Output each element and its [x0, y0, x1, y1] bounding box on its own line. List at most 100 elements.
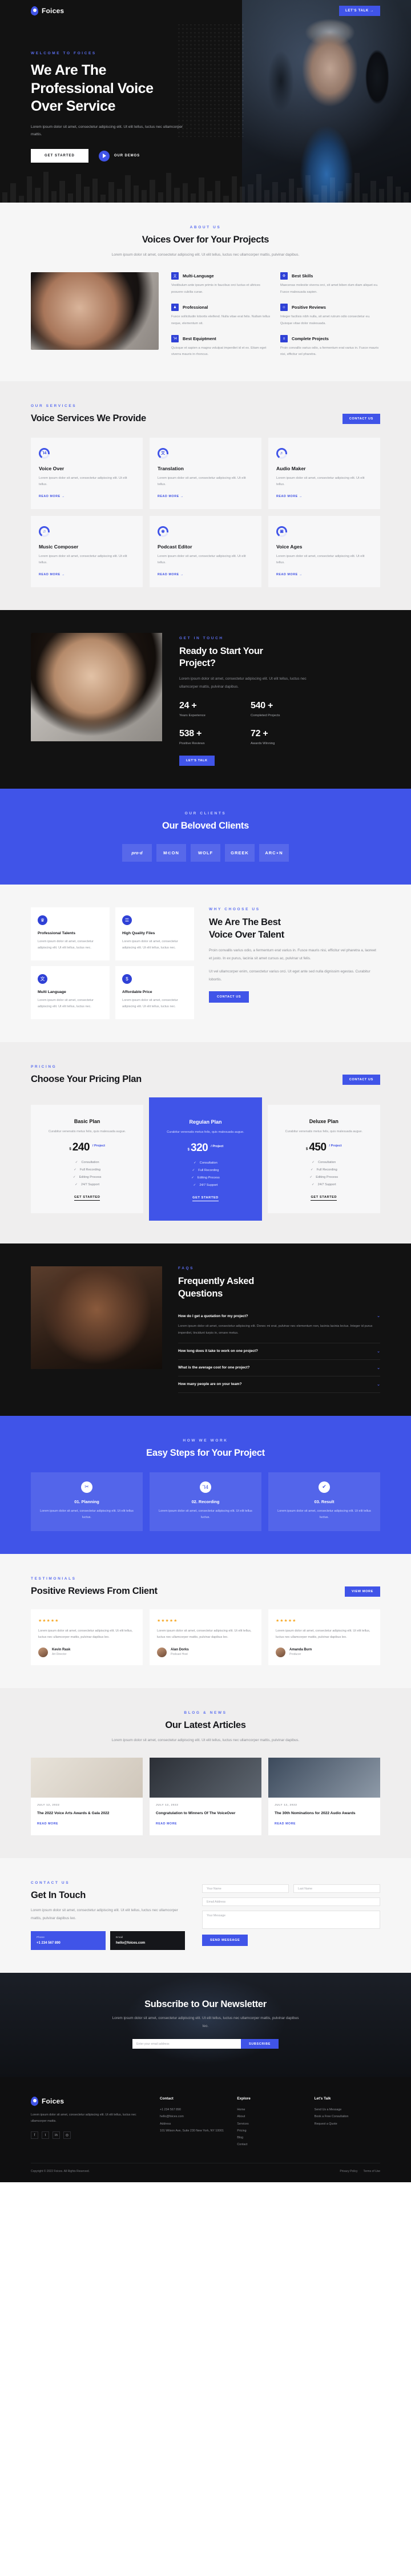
- pricing-feature-item: ✓ 24/7 Support: [75, 1183, 100, 1187]
- footer-link[interactable]: Pricing: [237, 2127, 303, 2134]
- social-icon[interactable]: in: [53, 2131, 60, 2139]
- faq-question[interactable]: How many people are on your team? ⌄: [178, 1382, 380, 1387]
- footer-link[interactable]: Send Us a Message: [315, 2106, 380, 2113]
- footer-link-list: +1 234 567 890 hello@foices.com Address 101…: [160, 2106, 225, 2134]
- services-contact-button[interactable]: CONTACT US: [342, 413, 380, 424]
- pricing-plan-card[interactable]: Regulan Plan Curabitur venenatis metus fe…: [149, 1097, 262, 1221]
- blog-card[interactable]: JULY 12, 2022 The 2022 Voice Arts Awards …: [31, 1758, 143, 1836]
- newsletter-email-input[interactable]: Enter your email address: [132, 2039, 241, 2049]
- footer-link[interactable]: Request a Quote: [315, 2121, 380, 2127]
- podcast-icon: ◉: [158, 526, 168, 537]
- chevron-down-icon[interactable]: ⌄: [377, 1314, 380, 1318]
- equalizer-bar: [116, 189, 123, 203]
- hero-title-line-2: Professional Voice: [31, 80, 154, 96]
- pricing-section: PRICING Choose Your Pricing Plan CONTACT…: [0, 1042, 411, 1244]
- service-card[interactable]: ▣ Voice Ages Lorem ipsum dolor sit amet, c…: [268, 515, 380, 587]
- blog-read-more-link[interactable]: READ MORE: [275, 1822, 296, 1826]
- blog-read-more-link[interactable]: READ MORE: [37, 1822, 58, 1826]
- faq-item[interactable]: What is the average cost for one project…: [178, 1360, 380, 1376]
- equalizer-bar: [354, 173, 360, 203]
- why-eyebrow: WHY CHOOSE US: [209, 907, 260, 912]
- service-read-more-link[interactable]: READ MORE →: [158, 573, 184, 576]
- why-card-text: Lorem ipsum dolor sit amet, consectetur …: [122, 999, 178, 1009]
- footer-link[interactable]: 101 Wilson Ave, Suite 230 New York, NY 1…: [160, 2127, 225, 2134]
- message-textarea[interactable]: Your Message: [202, 1911, 380, 1929]
- footer-link[interactable]: Home: [237, 2106, 303, 2113]
- stat-item: 538 + Positive Reviews: [179, 729, 251, 745]
- about-feature-head: 文 Multi-Language: [171, 272, 271, 280]
- equalizer-bar: [199, 177, 204, 203]
- lets-talk-button[interactable]: LET'S TALK →: [339, 6, 380, 16]
- blog-card[interactable]: JULY 12, 2022 The 30th Nominations for 20…: [268, 1758, 380, 1836]
- footer-link[interactable]: Contact: [237, 2141, 303, 2148]
- faq-question[interactable]: How do I get a quotation for my project?…: [178, 1314, 380, 1319]
- service-read-more-link[interactable]: READ MORE →: [276, 573, 303, 576]
- faq-item[interactable]: How do I get a quotation for my project?…: [178, 1308, 380, 1343]
- contact-email-box[interactable]: Email hello@foices.com: [110, 1931, 185, 1951]
- equalizer-bar: [150, 180, 155, 203]
- footer-legal-link[interactable]: Privacy Policy: [340, 2170, 357, 2173]
- brand-logo[interactable]: Foices: [31, 6, 65, 16]
- footer-legal-link[interactable]: Terms of Use: [364, 2170, 380, 2173]
- faq-item[interactable]: How many people are on your team? ⌄: [178, 1376, 380, 1393]
- why-contact-button[interactable]: CONTACT US: [209, 991, 249, 1003]
- footer-link[interactable]: hello@foices.com: [160, 2113, 225, 2120]
- footer-link[interactable]: Services: [237, 2121, 303, 2127]
- service-read-more-link[interactable]: READ MORE →: [158, 495, 184, 498]
- testimonial-card: ★★★★★ Lorem ipsum dolor sit amet, consect…: [150, 1609, 261, 1665]
- blog-card[interactable]: JULY 12, 2022 Congratulation to Winners O…: [150, 1758, 261, 1836]
- pricing-plan-card[interactable]: Basic Plan Curabitur venenatis metus feli…: [31, 1105, 144, 1214]
- faq-eyebrow: FAQS: [178, 1266, 195, 1271]
- service-card[interactable]: ♬ Audio Maker Lorem ipsum dolor sit amet, …: [268, 437, 380, 509]
- about-feature-text: Vestibulum ante ipsum primis in faucibus…: [171, 284, 260, 294]
- plan-get-started-button[interactable]: GET STARTED: [311, 1196, 337, 1201]
- footer-link[interactable]: Book a Free Consultation: [315, 2113, 380, 2120]
- first-name-input[interactable]: Your Name: [202, 1884, 289, 1893]
- chevron-down-icon[interactable]: ⌄: [377, 1349, 380, 1354]
- about-feature-item: ♟ Professional Fusce sollicitudin lobortis…: [171, 304, 271, 327]
- chevron-down-icon[interactable]: ⌄: [377, 1366, 380, 1370]
- footer-bottom-bar: Copyright © 2022 Foices. All Rights Rese…: [31, 2163, 380, 2182]
- service-card[interactable]: Ἲ4 Voice Over Lorem ipsum dolor sit amet, …: [31, 437, 143, 509]
- footer-link[interactable]: +1 234 567 890: [160, 2106, 225, 2113]
- social-icon[interactable]: ◎: [63, 2131, 71, 2139]
- footer-link[interactable]: Address: [160, 2121, 225, 2127]
- footer-link-list: Home About Services Pricing Blog Contact: [237, 2106, 303, 2148]
- microphone-icon: Ἲ4: [171, 335, 179, 343]
- get-started-button[interactable]: GET STARTED: [31, 149, 88, 163]
- footer-link[interactable]: Blog: [237, 2134, 303, 2141]
- blog-read-more-link[interactable]: READ MORE: [156, 1822, 177, 1826]
- plan-currency: $: [187, 1148, 190, 1152]
- service-read-more-link[interactable]: READ MORE →: [276, 495, 303, 498]
- cta-lets-talk-button[interactable]: LET'S TALK: [179, 756, 215, 766]
- pricing-contact-button[interactable]: CONTACT US: [342, 1075, 380, 1085]
- clients-section: OUR CLIENTS Our Beloved Clients pro·d M⊂O…: [0, 789, 411, 885]
- service-card[interactable]: ◉ Podcast Editor Lorem ipsum dolor sit ame…: [150, 515, 261, 587]
- send-message-button[interactable]: SEND MESSAGE: [202, 1935, 248, 1947]
- contact-phone-box[interactable]: Phone +1 234 567 890: [31, 1931, 106, 1951]
- faq-question[interactable]: What is the average cost for one project…: [178, 1366, 380, 1370]
- brand-name: Foices: [42, 7, 65, 15]
- footer-logo[interactable]: Foices: [31, 2097, 145, 2107]
- testimonials-view-more-button[interactable]: VIEW MORE: [344, 1586, 380, 1597]
- contact-row: CONTACT US Get In Touch Lorem ipsum dolo…: [31, 1881, 380, 1951]
- email-input[interactable]: Email Address: [202, 1897, 380, 1907]
- chevron-down-icon[interactable]: ⌄: [377, 1382, 380, 1387]
- equalizer-bar: [158, 192, 163, 203]
- footer-link[interactable]: About: [237, 2113, 303, 2120]
- plan-get-started-button[interactable]: GET STARTED: [74, 1196, 100, 1201]
- faq-item[interactable]: How long does it take to work on one pro…: [178, 1343, 380, 1360]
- faq-question[interactable]: How long does it take to work on one pro…: [178, 1349, 380, 1354]
- social-icon[interactable]: t: [42, 2131, 49, 2139]
- our-demos-button[interactable]: OUR DEMOS: [98, 150, 140, 161]
- plan-get-started-button[interactable]: GET STARTED: [192, 1196, 219, 1202]
- last-name-input[interactable]: Last Name: [293, 1884, 380, 1893]
- newsletter-subscribe-button[interactable]: SUBSCRIBE: [240, 2039, 279, 2049]
- service-card[interactable]: 文 Translation Lorem ipsum dolor sit amet, …: [150, 437, 261, 509]
- service-read-more-link[interactable]: READ MORE →: [39, 573, 65, 576]
- steps-eyebrow: HOW WE WORK: [183, 1438, 228, 1443]
- pricing-plan-card[interactable]: Deluxe Plan Curabitur venenatis metus fel…: [267, 1105, 380, 1214]
- service-card[interactable]: ♫ Music Composer Lorem ipsum dolor sit ame…: [31, 515, 143, 587]
- social-icon[interactable]: f: [31, 2131, 38, 2139]
- service-read-more-link[interactable]: READ MORE →: [39, 495, 65, 498]
